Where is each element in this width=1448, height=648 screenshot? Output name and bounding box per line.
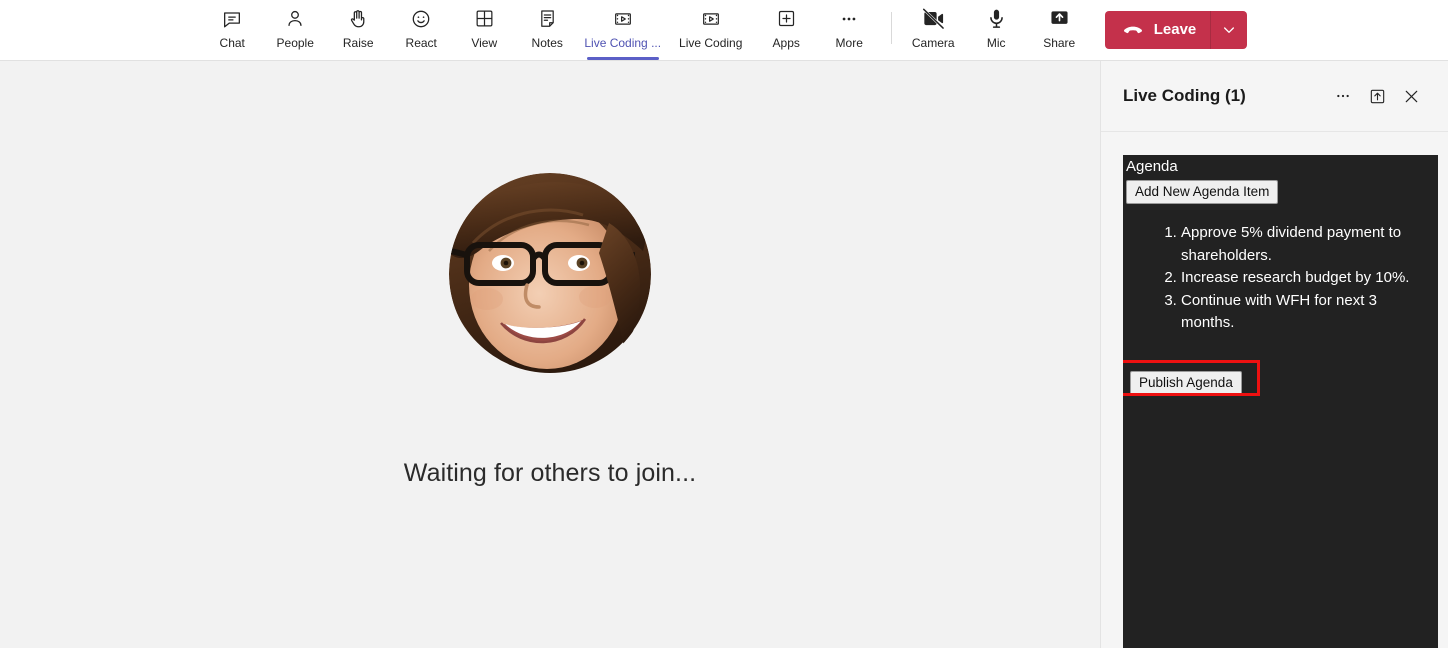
agenda-list-item: Continue with WFH for next 3 months. (1181, 290, 1416, 335)
toolbar-label-notes: Notes (531, 35, 563, 50)
hangup-phone-icon (1121, 18, 1145, 42)
agenda-item-list: Approve 5% dividend payment to sharehold… (1181, 222, 1416, 335)
chat-icon (219, 7, 245, 31)
agenda-list-item: Increase research budget by 10%. (1181, 267, 1416, 290)
toolbar-divider (890, 11, 892, 44)
agenda-list-item: Approve 5% dividend payment to sharehold… (1181, 222, 1416, 267)
popout-icon[interactable] (1362, 81, 1392, 111)
toolbar-label-more: More (835, 35, 863, 50)
toolbar-button-people[interactable]: People (264, 0, 327, 60)
toolbar-button-raise[interactable]: Raise (327, 0, 390, 60)
notes-icon (534, 7, 560, 31)
more-options-icon[interactable] (1328, 81, 1358, 111)
toolbar-button-more[interactable]: More (818, 0, 881, 60)
live-coding-icon (698, 7, 724, 31)
toolbar-button-react[interactable]: React (390, 0, 453, 60)
view-grid-icon (471, 7, 497, 31)
close-panel-icon[interactable] (1396, 81, 1426, 111)
meeting-stage: Waiting for others to join... (0, 61, 1100, 648)
toolbar-button-apps[interactable]: Apps (755, 0, 818, 60)
toolbar-label-live-coding-active: Live Coding ... (584, 35, 662, 50)
publish-agenda-button[interactable]: Publish Agenda (1130, 371, 1242, 395)
more-ellipsis-icon (836, 7, 862, 31)
toolbar-label-raise: Raise (342, 35, 374, 50)
toolbar-label-view: View (471, 35, 498, 50)
leave-button-label: Leave (1153, 21, 1197, 38)
chevron-down-icon (1221, 22, 1237, 38)
teams-meeting-window: Chat People Raise React View Notes Live … (0, 0, 1448, 648)
toolbar-label-mic: Mic (986, 35, 1006, 50)
toolbar-button-view[interactable]: View (453, 0, 516, 60)
toolbar-label-people: People (276, 35, 314, 50)
leave-button-main[interactable]: Leave (1105, 10, 1212, 49)
toolbar-label-camera: Camera (911, 35, 955, 50)
react-smiley-icon (408, 7, 434, 31)
leave-button[interactable]: Leave (1104, 10, 1248, 49)
apps-plus-icon (773, 7, 799, 31)
waiting-message: Waiting for others to join... (403, 459, 697, 487)
agenda-heading: Agenda (1126, 158, 1178, 175)
active-tab-underline (586, 56, 659, 60)
toolbar-label-react: React (405, 35, 437, 50)
people-icon (282, 7, 308, 31)
toolbar-button-notes[interactable]: Notes (516, 0, 579, 60)
toolbar-button-camera[interactable]: Camera (902, 0, 965, 60)
toolbar-label-share: Share (1043, 35, 1076, 50)
toolbar-label-apps: Apps (772, 35, 800, 50)
share-up-arrow-icon (1046, 7, 1072, 31)
toolbar-button-chat[interactable]: Chat (201, 0, 264, 60)
meeting-toolbar: Chat People Raise React View Notes Live … (0, 0, 1448, 61)
live-coding-panel: Live Coding (1) Agenda Add New Agenda It… (1100, 61, 1448, 648)
microphone-icon (983, 7, 1009, 31)
leave-options-button[interactable] (1211, 11, 1247, 49)
toolbar-button-live-coding-active[interactable]: Live Coding ... (579, 0, 667, 60)
live-coding-app-frame: Agenda Add New Agenda Item Approve 5% di… (1123, 155, 1438, 648)
toolbar-label-chat: Chat (219, 35, 245, 50)
toolbar-label-live-coding: Live Coding (679, 35, 743, 50)
raise-hand-icon (345, 7, 371, 31)
live-coding-icon (610, 7, 636, 31)
panel-title: Live Coding (1) (1123, 86, 1246, 105)
toolbar-button-live-coding[interactable]: Live Coding (667, 0, 755, 60)
publish-agenda-wrapper: Publish Agenda (1123, 364, 1252, 402)
toolbar-button-mic[interactable]: Mic (965, 0, 1028, 60)
participant-avatar (449, 173, 651, 375)
camera-off-icon (920, 7, 946, 31)
panel-header: Live Coding (1) (1101, 61, 1448, 132)
add-new-agenda-item-button[interactable]: Add New Agenda Item (1126, 180, 1279, 204)
toolbar-button-share[interactable]: Share (1028, 0, 1091, 60)
